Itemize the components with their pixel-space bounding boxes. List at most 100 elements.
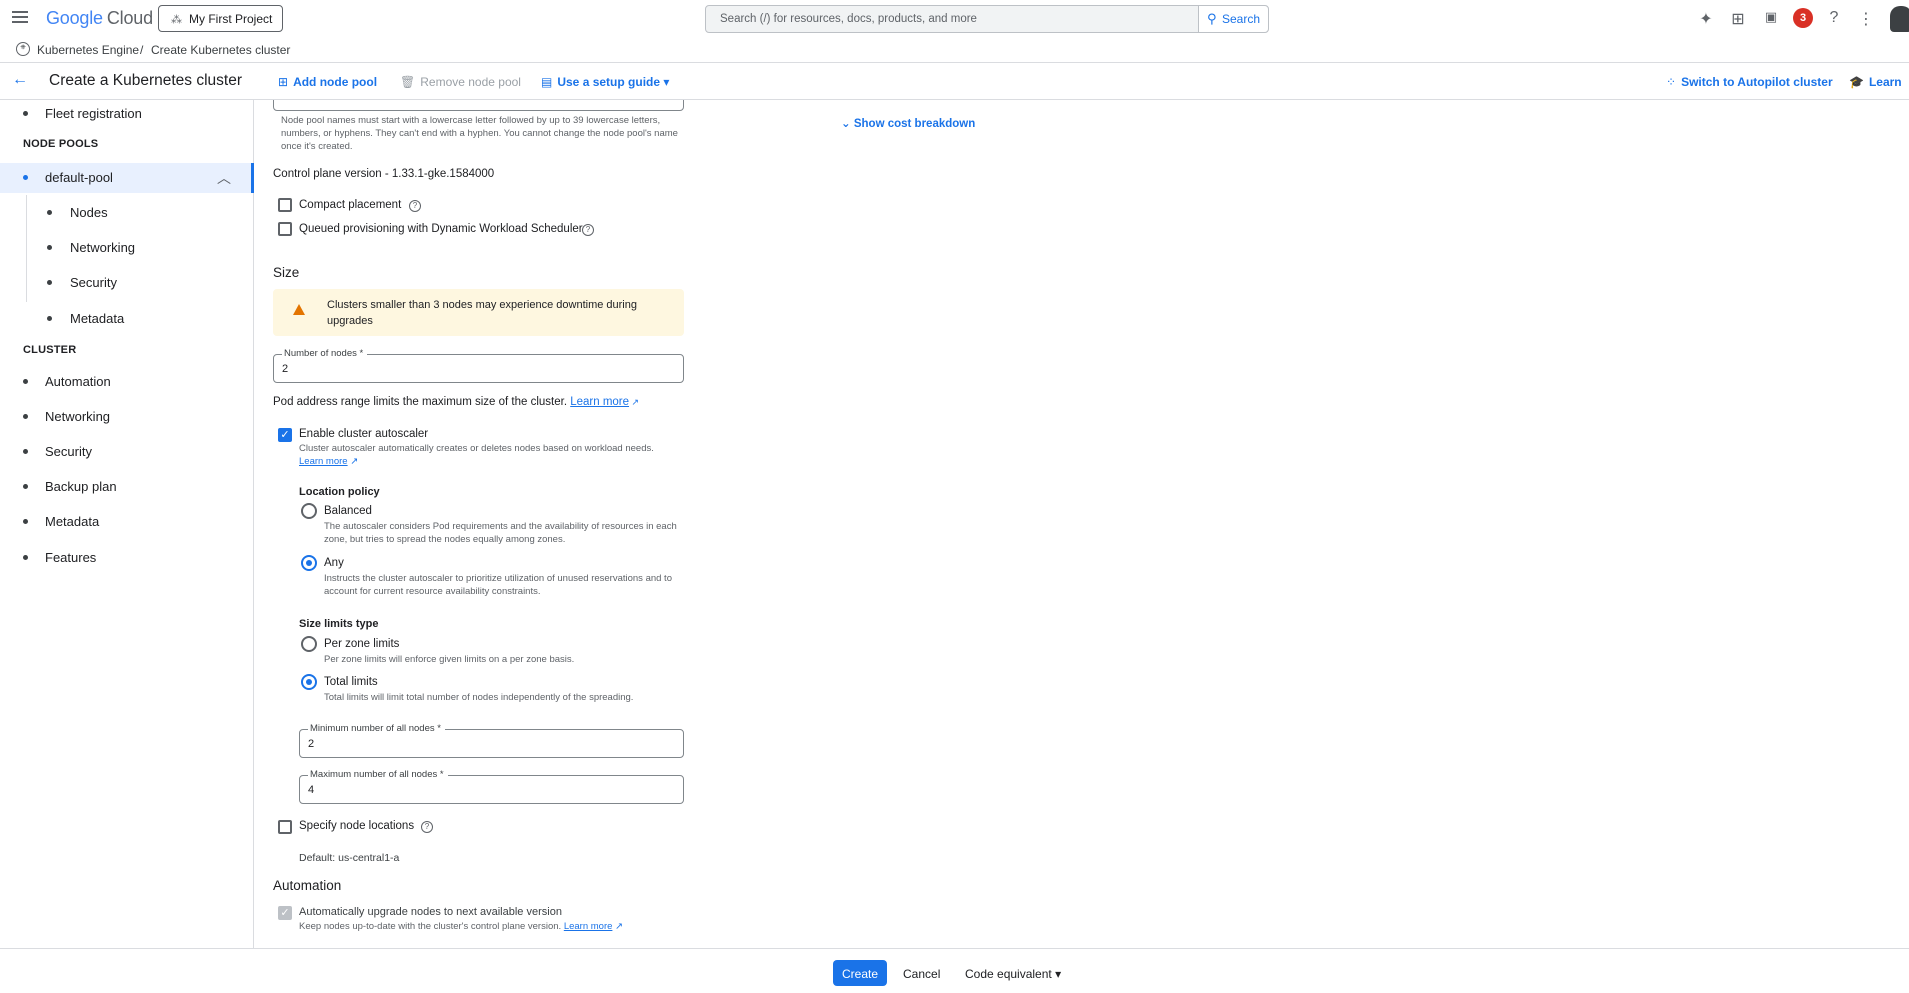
control-plane-version: Control plane version - 1.33.1-gke.15840… <box>273 168 495 180</box>
warning-text: Clusters smaller than 3 nodes may experi… <box>327 299 637 327</box>
sidebar-item-automation[interactable]: Automation <box>45 374 111 389</box>
logo-cloud: Cloud <box>106 8 153 28</box>
breadcrumb-separator: / <box>140 43 144 57</box>
remove-node-pool-label: Remove node pool <box>420 75 521 89</box>
bullet <box>23 519 28 524</box>
breadcrumb-kubernetes-engine[interactable]: Kubernetes Engine <box>37 43 139 57</box>
sidebar-item-features[interactable]: Features <box>45 550 96 565</box>
chevron-up-icon[interactable]: ︿ <box>217 168 231 188</box>
add-node-pool-button[interactable]: ⊞ Add node pool <box>278 75 377 89</box>
max-nodes-label: Maximum number of all nodes * <box>308 769 448 780</box>
help-icon[interactable]: ? <box>421 821 433 833</box>
sidebar-item-security[interactable]: Security <box>45 444 92 459</box>
code-equivalent-button[interactable]: Code equivalent ▾ <box>965 967 1061 981</box>
cloud-shell-icon[interactable]: ▣ <box>1761 9 1781 25</box>
main-content: Node pool names must start with a lowerc… <box>255 100 1909 949</box>
any-help: Instructs the cluster autoscaler to prio… <box>324 573 672 597</box>
switch-autopilot-button[interactable]: ⁘ Switch to Autopilot cluster <box>1666 75 1833 89</box>
node-pool-name-help: Node pool names must start with a lowerc… <box>281 115 678 152</box>
node-pool-name-field[interactable] <box>273 100 684 111</box>
project-name: My First Project <box>189 12 273 26</box>
search-input[interactable]: Search (/) for resources, docs, products… <box>720 13 977 25</box>
autoscaler-learn-more-link[interactable]: Learn more <box>299 456 348 467</box>
any-radio[interactable] <box>301 555 317 571</box>
notification-badge[interactable]: 3 <box>1793 8 1813 28</box>
per-zone-limits-radio[interactable] <box>301 636 317 652</box>
auto-upgrade-help-text: Keep nodes up-to-date with the cluster's… <box>299 921 562 932</box>
page-header: ← Create a Kubernetes cluster ⊞ Add node … <box>0 62 1909 100</box>
queued-provisioning-checkbox[interactable] <box>278 222 292 236</box>
search-button[interactable]: ⚲ Search <box>1198 6 1268 32</box>
create-button[interactable]: Create <box>833 960 887 986</box>
bullet <box>23 379 28 384</box>
cluster-heading: CLUSTER <box>23 344 77 356</box>
google-cloud-logo[interactable]: Google Cloud <box>46 8 153 29</box>
per-zone-limits-help: Per zone limits will enforce given limit… <box>324 654 575 665</box>
total-limits-radio[interactable] <box>301 674 317 690</box>
dropdown-arrow-icon: ▾ <box>1055 967 1062 981</box>
any-label: Any <box>324 557 344 569</box>
bullet <box>47 245 52 250</box>
sidebar-item-metadata[interactable]: Metadata <box>45 514 99 529</box>
back-arrow-icon[interactable]: ← <box>12 71 28 89</box>
default-location: Default: us-central1-a <box>299 852 400 864</box>
help-icon[interactable]: ? <box>1824 9 1844 27</box>
project-icon: ⁂ <box>171 14 182 26</box>
footer-actions: Create Cancel Code equivalent ▾ <box>0 948 1909 993</box>
enable-autoscaler-checkbox[interactable]: ✓ <box>278 428 292 442</box>
auto-upgrade-learn-more-link[interactable]: Learn more <box>564 921 613 932</box>
max-nodes-value[interactable]: 4 <box>308 784 314 796</box>
sidebar-item-fleet-registration[interactable]: Fleet registration <box>45 106 142 121</box>
warning-icon <box>293 304 305 315</box>
help-icon[interactable]: ? <box>582 224 594 236</box>
total-limits-label: Total limits <box>324 676 378 688</box>
auto-upgrade-label: Automatically upgrade nodes to next avai… <box>299 906 562 918</box>
node-pools-heading: NODE POOLS <box>23 138 99 150</box>
sidebar-item-nodes[interactable]: Nodes <box>70 205 108 220</box>
sidebar-item-pool-metadata[interactable]: Metadata <box>70 311 124 326</box>
search-bar[interactable]: Search (/) for resources, docs, products… <box>705 5 1269 33</box>
number-of-nodes-label: Number of nodes * <box>282 348 368 359</box>
sidebar-item-pool-security[interactable]: Security <box>70 275 117 290</box>
sidebar-item-networking[interactable]: Networking <box>45 409 110 424</box>
help-icon[interactable]: ? <box>409 200 421 212</box>
auto-upgrade-help: Keep nodes up-to-date with the cluster's… <box>299 920 623 933</box>
number-of-nodes-value[interactable]: 2 <box>282 363 288 375</box>
specify-node-locations-label: Specify node locations <box>299 820 415 832</box>
code-equivalent-label: Code equivalent <box>965 967 1052 981</box>
sidebar-item-default-pool[interactable] <box>0 163 254 193</box>
warning-banner: Clusters smaller than 3 nodes may experi… <box>273 289 684 336</box>
avatar[interactable] <box>1890 6 1909 32</box>
balanced-help: The autoscaler considers Pod requirement… <box>324 521 677 545</box>
gemini-sparkle-icon[interactable]: ✦ <box>1696 9 1716 29</box>
balanced-radio[interactable] <box>301 503 317 519</box>
open-in-new-icon: ↗ <box>612 921 624 932</box>
specify-node-locations-checkbox[interactable] <box>278 820 292 834</box>
sidebar-item-backup-plan[interactable]: Backup plan <box>45 479 117 494</box>
trash-icon: 🗑 <box>400 75 416 89</box>
compact-placement-checkbox[interactable] <box>278 198 292 212</box>
autopilot-icon: ⁘ <box>1666 75 1677 89</box>
more-vert-icon[interactable]: ⋮ <box>1856 9 1876 29</box>
max-nodes-field[interactable]: Maximum number of all nodes * 4 <box>299 769 684 804</box>
bullet <box>23 175 28 180</box>
min-nodes-value[interactable]: 2 <box>308 738 314 750</box>
bullet <box>47 316 52 321</box>
learn-more-link[interactable]: Learn more <box>570 396 629 408</box>
menu-icon[interactable] <box>12 11 28 23</box>
gift-icon[interactable]: ⊞ <box>1728 9 1748 29</box>
project-picker[interactable]: ⁂ My First Project <box>158 5 283 32</box>
sidebar-item-pool-networking[interactable]: Networking <box>70 240 135 255</box>
cancel-button[interactable]: Cancel <box>903 967 940 981</box>
number-of-nodes-field[interactable]: Number of nodes * 2 <box>273 348 684 383</box>
min-nodes-field[interactable]: Minimum number of all nodes * 2 <box>299 723 684 758</box>
automation-heading: Automation <box>273 878 342 893</box>
learn-button[interactable]: 🎓 Learn <box>1849 75 1902 89</box>
top-bar: Google Cloud ⁂ My First Project Search (/… <box>0 0 1909 37</box>
show-cost-breakdown-button[interactable]: ⌄ Show cost breakdown <box>841 116 975 130</box>
logo-google: Google <box>46 8 103 28</box>
pod-range-text: Pod address range limits the maximum siz… <box>273 396 639 408</box>
show-cost-label: Show cost breakdown <box>853 118 976 130</box>
bullet <box>47 210 52 215</box>
setup-guide-button[interactable]: ▤ Use a setup guide ▾ <box>541 75 669 89</box>
